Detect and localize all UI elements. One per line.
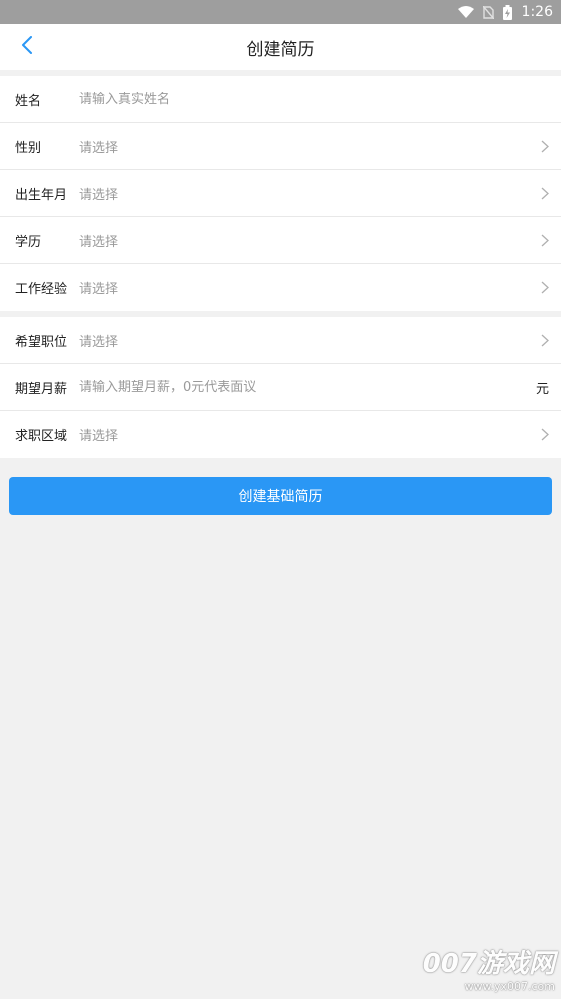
work-experience-select[interactable]: 请选择 — [79, 278, 537, 297]
chevron-right-icon — [537, 428, 549, 441]
basic-info-group: 姓名 性别 请选择 出生年月 请选择 学历 请选择 工作经验 请选择 — [0, 76, 561, 311]
name-row: 姓名 — [0, 76, 561, 123]
job-intention-group: 希望职位 请选择 期望月薪 元 求职区域 请选择 — [0, 317, 561, 458]
gender-label: 性别 — [15, 140, 42, 156]
name-label: 姓名 — [15, 93, 42, 109]
no-sim-icon — [482, 5, 494, 19]
education-row[interactable]: 学历 请选择 — [0, 217, 561, 264]
desired-position-row[interactable]: 希望职位 请选择 — [0, 317, 561, 364]
wifi-icon — [457, 6, 474, 18]
desired-position-select[interactable]: 请选择 — [79, 331, 537, 350]
page-title: 创建简历 — [246, 39, 315, 60]
chevron-left-icon — [21, 36, 33, 58]
name-input[interactable] — [79, 91, 549, 107]
chevron-right-icon — [537, 334, 549, 347]
birth-date-select[interactable]: 请选择 — [79, 184, 537, 203]
watermark: 007游戏网 www.yx007.com — [423, 943, 555, 993]
status-time: 1:26 — [521, 4, 553, 20]
chevron-right-icon — [537, 234, 549, 247]
salary-unit: 元 — [535, 381, 549, 397]
watermark-url: www.yx007.com — [464, 980, 555, 993]
nav-bar: 创建简历 — [0, 24, 561, 70]
job-region-row[interactable]: 求职区域 请选择 — [0, 411, 561, 458]
birth-date-label: 出生年月 — [15, 187, 68, 203]
work-experience-label: 工作经验 — [15, 282, 68, 297]
education-select[interactable]: 请选择 — [79, 231, 537, 250]
birth-date-row[interactable]: 出生年月 请选择 — [0, 170, 561, 217]
battery-charging-icon — [502, 4, 512, 20]
status-bar: 1:26 — [0, 0, 561, 24]
back-button[interactable] — [12, 24, 42, 70]
gender-row[interactable]: 性别 请选择 — [0, 123, 561, 170]
chevron-right-icon — [537, 281, 549, 294]
job-region-select[interactable]: 请选择 — [79, 425, 537, 444]
create-resume-button[interactable]: 创建基础简历 — [9, 477, 552, 515]
submit-area: 创建基础简历 — [0, 458, 561, 515]
desired-position-label: 希望职位 — [15, 334, 68, 350]
expected-salary-label: 期望月薪 — [15, 381, 68, 397]
chevron-right-icon — [537, 187, 549, 200]
job-region-label: 求职区域 — [15, 429, 68, 444]
gender-select[interactable]: 请选择 — [79, 137, 537, 156]
expected-salary-row: 期望月薪 元 — [0, 364, 561, 411]
expected-salary-input[interactable] — [79, 379, 536, 395]
work-experience-row[interactable]: 工作经验 请选择 — [0, 264, 561, 311]
watermark-logo: 007游戏网 — [422, 949, 555, 979]
education-label: 学历 — [15, 234, 42, 250]
chevron-right-icon — [537, 140, 549, 153]
